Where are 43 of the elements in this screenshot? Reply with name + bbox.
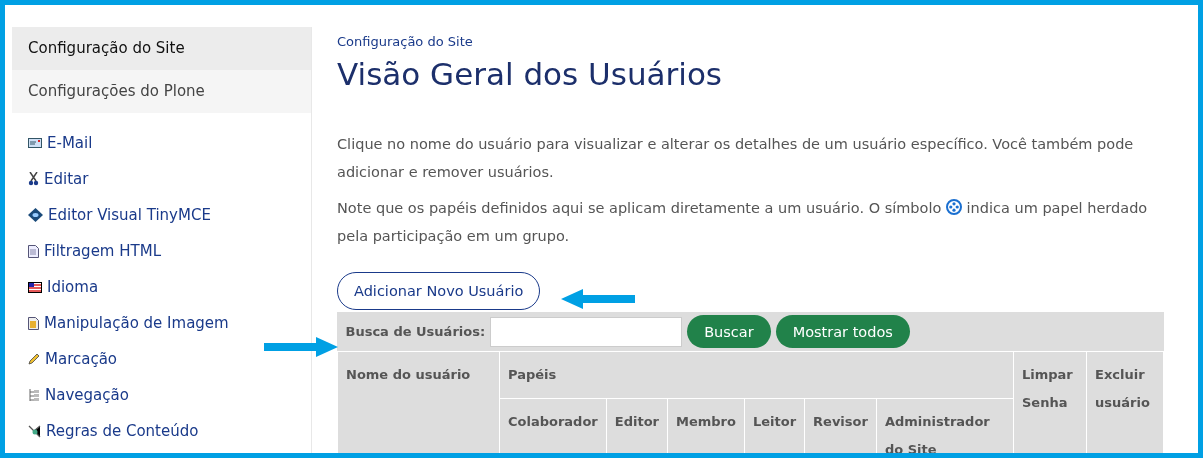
page-title: Visão Geral dos Usuários — [337, 56, 723, 92]
search-button[interactable]: Buscar — [687, 315, 771, 348]
sidebar-section[interactable]: Configurações do Plone — [12, 70, 311, 113]
tree-icon — [28, 388, 40, 402]
sidebar-header: Configuração do Site — [12, 27, 311, 70]
flag-icon — [28, 281, 42, 293]
sidebar-item[interactable]: Marcação — [28, 341, 311, 377]
sidebar-item[interactable]: Regras de Conteúdo — [28, 413, 311, 449]
column-header: Membro — [676, 413, 736, 431]
diamond-icon — [28, 208, 43, 222]
search-label: Busca de Usuários: — [345, 324, 486, 339]
column-header: Nome do usuário — [346, 366, 471, 384]
column-header: Excluir usuário — [1095, 366, 1151, 412]
arrow-icon — [561, 287, 635, 311]
sidebar-item[interactable]: Filtragem HTML — [28, 233, 311, 269]
document-icon — [28, 244, 39, 258]
add-user-button[interactable]: Adicionar Novo Usuário — [337, 272, 541, 310]
breadcrumb-link[interactable]: Configuração do Site — [337, 34, 473, 49]
column-header: Revisor — [813, 413, 868, 431]
arrow-icon — [264, 335, 338, 359]
group-role-icon — [945, 199, 962, 215]
image-file-icon — [28, 316, 39, 330]
scissors-icon — [28, 172, 39, 186]
column-header: Editor — [614, 413, 659, 431]
sidebar-item[interactable]: E-Mail — [28, 125, 311, 161]
connector-icon — [28, 424, 41, 438]
note-text: Note que os papéis definidos aqui se aplicam diretamente a um usuário. O símbolo — [337, 200, 942, 216]
column-header: Limpar Senha — [1022, 366, 1074, 412]
intro-text: Clique no nome do usuário para visualizar e alterar os detalhes de um usuário específico. Você também pode adicionar e remover usuários. — [337, 135, 1135, 182]
column-header: Papéis — [508, 366, 557, 384]
column-header: Leitor — [752, 413, 797, 431]
show-all-button[interactable]: Mostrar todos — [775, 315, 910, 348]
envelope-icon — [28, 138, 42, 148]
sidebar-item[interactable]: Editor Visual TinyMCE — [28, 197, 311, 233]
note-text: pela participação em um grupo. — [337, 228, 570, 244]
sidebar-item[interactable]: Editar — [28, 161, 311, 197]
sidebar-item[interactable]: Navegação — [28, 377, 311, 413]
note-text: indica um papel herdado — [966, 200, 1148, 216]
column-header: Colaborador — [508, 413, 598, 431]
pencil-icon — [28, 353, 40, 365]
sidebar-item[interactable]: Idioma — [28, 269, 311, 305]
sidebar-item[interactable]: Manipulação de Imagem — [28, 305, 311, 341]
search-field[interactable] — [490, 316, 683, 347]
